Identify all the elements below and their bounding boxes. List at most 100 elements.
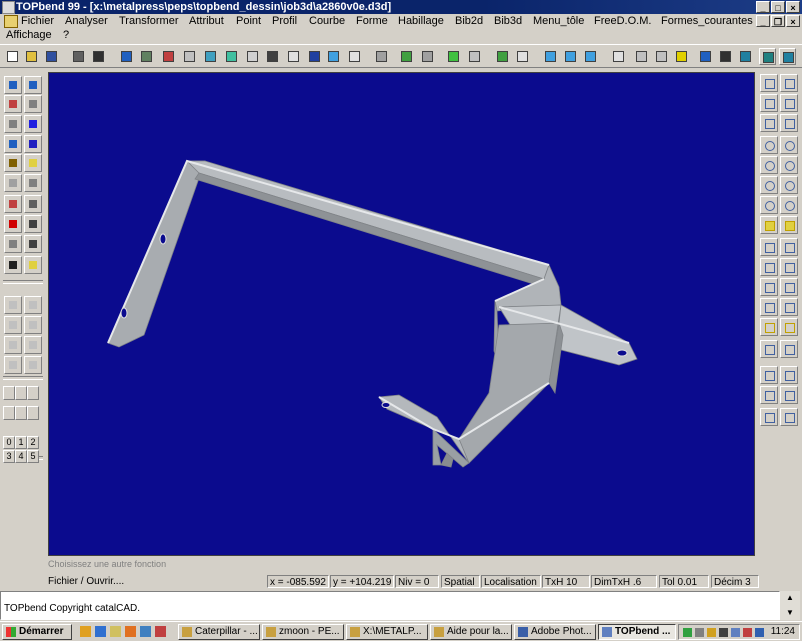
right-tool-button[interactable]	[780, 278, 798, 296]
right-tool-button[interactable]	[780, 216, 798, 234]
menu-affichage[interactable]: Affichage	[6, 28, 52, 42]
toolbar-button-27[interactable]	[582, 48, 599, 65]
left-tool-button[interactable]	[4, 174, 22, 192]
menu-formes-courantes[interactable]: Formes_courantes	[661, 14, 753, 28]
left-tool-button[interactable]	[4, 154, 22, 172]
right-tool-button[interactable]	[780, 196, 798, 214]
right-tool-button[interactable]	[780, 94, 798, 112]
doc-minimize-button[interactable]: _	[756, 15, 770, 27]
start-button[interactable]: Démarrer	[2, 624, 72, 640]
left-tool-button[interactable]	[24, 356, 42, 374]
left-tool-button[interactable]	[4, 115, 22, 133]
numpad-button-1[interactable]: 1	[15, 436, 27, 449]
left-tool-button[interactable]	[24, 76, 42, 94]
toolbar-button-4[interactable]	[70, 48, 87, 65]
right-tool-button[interactable]	[760, 136, 778, 154]
left-small-tool-button[interactable]	[27, 406, 39, 420]
task-topbend[interactable]: TOPbend ...	[598, 624, 676, 640]
left-tool-button[interactable]	[24, 174, 42, 192]
right-tool-button[interactable]	[760, 216, 778, 234]
toolbar-button-31[interactable]	[673, 48, 690, 65]
left-tool-button[interactable]	[4, 296, 22, 314]
left-tool-button[interactable]	[24, 95, 42, 113]
numpad-button-0[interactable]: 0	[3, 436, 15, 449]
toolbar-button-36[interactable]	[779, 48, 796, 65]
menu-bib3d[interactable]: Bib3d	[494, 14, 522, 28]
left-tool-button[interactable]	[4, 195, 22, 213]
task-photoshop[interactable]: Adobe Phot...	[514, 624, 596, 640]
menu-analyser[interactable]: Analyser	[65, 14, 108, 28]
left-tool-button[interactable]	[24, 195, 42, 213]
quicklaunch-app-icon[interactable]	[140, 626, 151, 637]
left-small-tool-button[interactable]	[27, 386, 39, 400]
doc-restore-button[interactable]: ❐	[771, 15, 785, 27]
quicklaunch-desktop-icon[interactable]	[80, 626, 91, 637]
left-tool-button[interactable]	[4, 135, 22, 153]
left-tool-button[interactable]	[24, 296, 42, 314]
right-tool-button[interactable]	[780, 156, 798, 174]
right-tool-button[interactable]	[760, 258, 778, 276]
toolbar-button-24[interactable]	[514, 48, 531, 65]
right-tool-button[interactable]	[780, 114, 798, 132]
menu-point[interactable]: Point	[236, 14, 261, 28]
toolbar-button-19[interactable]	[398, 48, 415, 65]
tray-icon[interactable]	[707, 628, 716, 637]
quicklaunch-media-icon[interactable]	[125, 626, 136, 637]
toolbar-button-16[interactable]	[325, 48, 342, 65]
right-tool-button[interactable]	[760, 238, 778, 256]
left-tool-button[interactable]	[24, 336, 42, 354]
right-tool-button[interactable]	[760, 74, 778, 92]
toolbar-button-5[interactable]	[90, 48, 107, 65]
quicklaunch-folder-icon[interactable]	[110, 626, 121, 637]
right-tool-button[interactable]	[780, 366, 798, 384]
right-tool-button[interactable]	[760, 366, 778, 384]
left-tool-button[interactable]	[4, 356, 22, 374]
menu-freedom[interactable]: FreeD.O.M.	[594, 14, 651, 28]
toolbar-button-18[interactable]	[373, 48, 390, 65]
left-tool-button[interactable]	[24, 215, 42, 233]
menu-attribut[interactable]: Attribut	[189, 14, 224, 28]
task-aide[interactable]: Aide pour la...	[430, 624, 512, 640]
toolbar-button-23[interactable]	[494, 48, 511, 65]
left-tool-button[interactable]	[24, 115, 42, 133]
tray-icon[interactable]	[755, 628, 764, 637]
numpad-button-3[interactable]: 3	[3, 450, 15, 463]
maximize-button[interactable]: □	[771, 1, 785, 13]
doc-close-button[interactable]: ×	[786, 15, 800, 27]
quicklaunch-app2-icon[interactable]	[155, 626, 166, 637]
left-tool-button[interactable]	[4, 235, 22, 253]
left-small-tool-button[interactable]	[3, 386, 15, 400]
right-tool-button[interactable]	[780, 258, 798, 276]
left-tool-button[interactable]	[4, 215, 22, 233]
menu-courbe[interactable]: Courbe	[309, 14, 345, 28]
toolbar-button-30[interactable]	[653, 48, 670, 65]
left-tool-button[interactable]	[24, 135, 42, 153]
toolbar-button-2[interactable]	[23, 48, 40, 65]
tray-icon[interactable]	[731, 628, 740, 637]
right-tool-button[interactable]	[760, 386, 778, 404]
menu-menu-tole[interactable]: Menu_tôle	[533, 14, 584, 28]
left-tool-button[interactable]	[4, 316, 22, 334]
right-tool-button[interactable]	[760, 340, 778, 358]
toolbar-button-29[interactable]	[633, 48, 650, 65]
left-tool-button[interactable]	[24, 316, 42, 334]
right-tool-button[interactable]	[760, 298, 778, 316]
right-tool-button[interactable]	[780, 340, 798, 358]
right-tool-button[interactable]	[780, 238, 798, 256]
toolbar-button-14[interactable]	[285, 48, 302, 65]
menu-fichier[interactable]: Fichier	[21, 14, 54, 28]
right-tool-button[interactable]	[760, 156, 778, 174]
numpad-button-5[interactable]: 5	[27, 450, 39, 463]
task-metalpress[interactable]: X:\METALP...	[346, 624, 428, 640]
right-tool-button[interactable]	[780, 408, 798, 426]
toolbar-button-28[interactable]	[610, 48, 627, 65]
minimize-button[interactable]: _	[756, 1, 770, 13]
left-small-tool-button[interactable]	[15, 386, 27, 400]
toolbar-button-11[interactable]	[223, 48, 240, 65]
task-caterpillar[interactable]: Caterpillar - ...	[178, 624, 260, 640]
scroll-down-arrow-icon[interactable]: ▼	[783, 607, 797, 619]
app-icon[interactable]	[2, 1, 15, 14]
menu-transformer[interactable]: Transformer	[119, 14, 179, 28]
right-tool-button[interactable]	[780, 386, 798, 404]
toolbar-button-17[interactable]	[346, 48, 363, 65]
